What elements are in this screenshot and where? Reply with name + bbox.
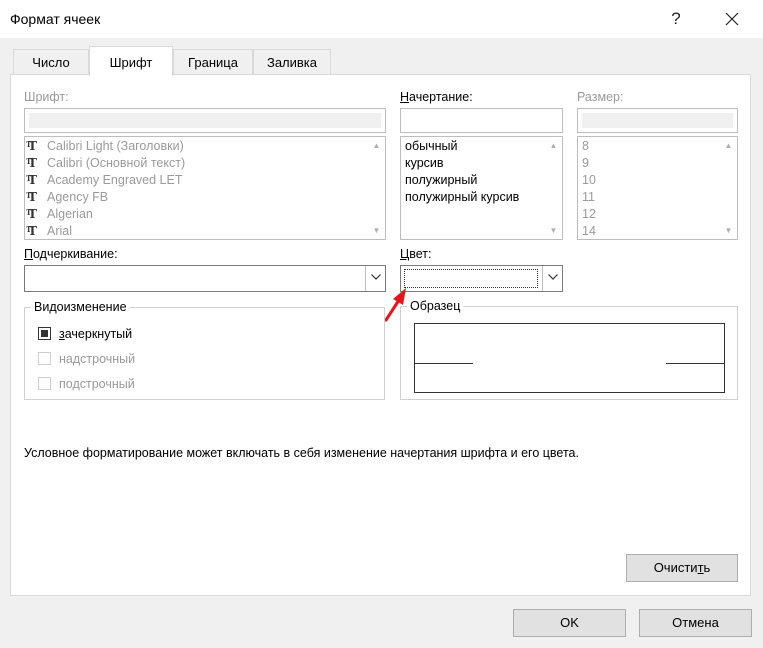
style-list[interactable]: обычный курсив полужирный полужирный кур… xyxy=(400,136,563,240)
list-item[interactable]: 9 xyxy=(578,155,737,172)
list-item[interactable]: курсив xyxy=(401,155,562,172)
list-item[interactable]: полужирный xyxy=(401,172,562,189)
font-label: Шрифт: xyxy=(24,90,69,104)
list-item[interactable]: T T Academy Engraved LET xyxy=(25,172,385,189)
list-item[interactable]: T T Arial xyxy=(25,223,385,239)
preview-line-left xyxy=(415,363,473,364)
font-list[interactable]: T T Calibri Light (Заголовки) T T Calibri (О… xyxy=(24,136,386,240)
font-list-scrollbar[interactable]: ▲ ▼ xyxy=(368,137,385,239)
chevron-down-icon[interactable] xyxy=(542,266,562,291)
title-bar: Формат ячеек ? xyxy=(0,0,763,38)
subscript-checkbox[interactable] xyxy=(38,377,51,390)
scroll-down-icon[interactable]: ▼ xyxy=(545,222,562,239)
list-item[interactable]: T T Calibri Light (Заголовки) xyxy=(25,138,385,155)
list-item[interactable]: T T Agency FB xyxy=(25,189,385,206)
scroll-down-icon[interactable]: ▼ xyxy=(368,222,385,239)
ok-button[interactable]: OK xyxy=(513,609,626,637)
underline-label: Подчеркивание: xyxy=(24,247,118,261)
superscript-checkbox[interactable] xyxy=(38,352,51,365)
list-item[interactable]: 12 xyxy=(578,206,737,223)
size-list-scrollbar[interactable]: ▲ ▼ xyxy=(720,137,737,239)
color-swatch xyxy=(404,269,538,288)
font-input[interactable] xyxy=(24,108,386,133)
preview-line-right xyxy=(666,363,724,364)
strikethrough-label: зачеркнутый xyxy=(59,327,133,341)
underline-dropdown[interactable] xyxy=(24,265,386,292)
list-item[interactable]: 14 xyxy=(578,223,737,239)
scroll-up-icon[interactable]: ▲ xyxy=(545,137,562,154)
superscript-label: надстрочный xyxy=(59,352,136,366)
scroll-up-icon[interactable]: ▲ xyxy=(368,137,385,154)
size-label: Размер: xyxy=(577,90,624,104)
subscript-label: подстрочный xyxy=(59,377,135,391)
list-item[interactable]: обычный xyxy=(401,138,562,155)
window-title: Формат ячеек xyxy=(10,11,101,27)
list-item[interactable]: 8 xyxy=(578,138,737,155)
list-item[interactable]: полужирный курсив xyxy=(401,189,562,206)
strikethrough-checkbox[interactable] xyxy=(38,327,51,340)
close-icon xyxy=(725,12,739,26)
preview-sample xyxy=(414,323,725,393)
list-item[interactable]: 10 xyxy=(578,172,737,189)
tab-font[interactable]: Шрифт xyxy=(89,46,173,76)
close-button[interactable] xyxy=(712,4,752,34)
style-list-scrollbar[interactable]: ▲ ▼ xyxy=(545,137,562,239)
help-button[interactable]: ? xyxy=(656,4,696,34)
color-dropdown[interactable] xyxy=(400,265,563,292)
tab-fill[interactable]: Заливка xyxy=(253,49,331,75)
preview-title: Образец xyxy=(407,299,464,313)
style-label: Начертание: xyxy=(400,90,473,104)
tab-border[interactable]: Граница xyxy=(173,49,253,75)
color-label: Цвет: xyxy=(400,247,432,261)
scroll-up-icon[interactable]: ▲ xyxy=(720,137,737,154)
list-item[interactable]: 11 xyxy=(578,189,737,206)
conditional-format-note: Условное форматирование может включать в… xyxy=(24,446,579,460)
effects-title: Видоизменение xyxy=(31,300,130,314)
tab-number[interactable]: Число xyxy=(13,49,89,75)
cancel-button[interactable]: Отмена xyxy=(639,609,752,637)
clear-button[interactable]: Очистить xyxy=(626,554,738,582)
scroll-down-icon[interactable]: ▼ xyxy=(720,222,737,239)
truetype-icon: TT xyxy=(26,224,37,238)
size-input[interactable] xyxy=(577,108,738,133)
list-item[interactable]: T T Algerian xyxy=(25,206,385,223)
list-item[interactable]: T T Calibri (Основной текст) xyxy=(25,155,385,172)
size-list[interactable]: 8 9 10 11 12 14 ▲ ▼ xyxy=(577,136,738,240)
style-input[interactable] xyxy=(400,108,563,133)
